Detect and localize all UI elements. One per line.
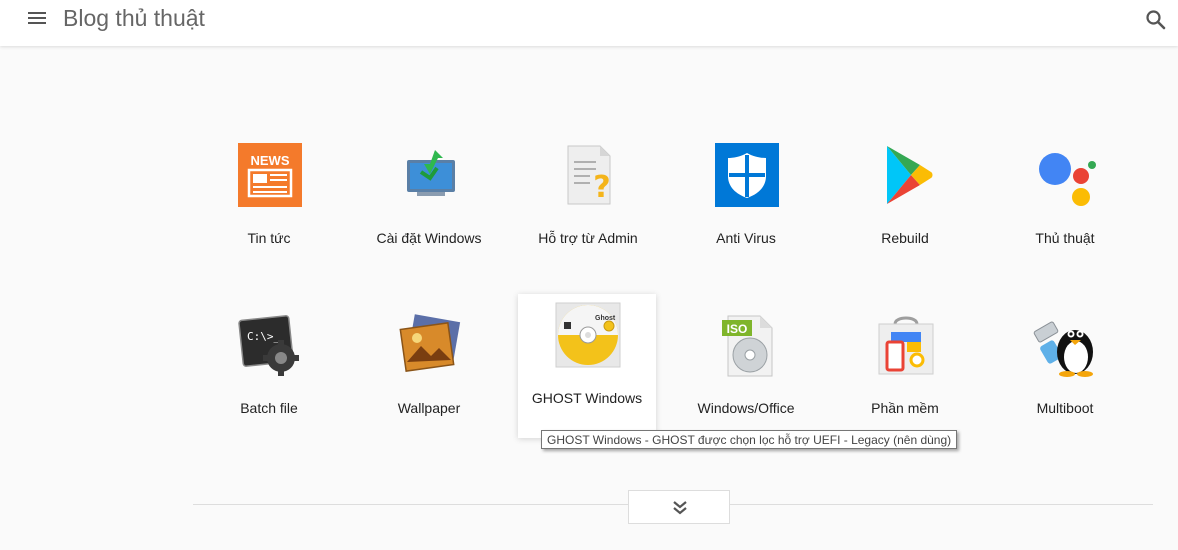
- svg-text:ISO: ISO: [727, 322, 748, 336]
- dots-assistant-icon: [1033, 142, 1099, 208]
- svg-text:C:\>_: C:\>_: [247, 330, 280, 343]
- tile-ho-tro-tu-admin[interactable]: ? Hỗ trợ từ Admin: [519, 134, 657, 278]
- tile-cai-dat-windows[interactable]: Cài đặt Windows: [360, 134, 498, 278]
- tile-windows-office[interactable]: ISO Windows/Office: [677, 304, 815, 448]
- store-bag-icon: [873, 312, 939, 378]
- terminal-gear-icon: C:\>_: [237, 312, 303, 378]
- tile-label: Wallpaper: [397, 400, 461, 416]
- tile-label: Batch file: [240, 400, 298, 416]
- tile-label: Anti Virus: [716, 230, 776, 246]
- double-chevron-down-icon: [673, 501, 687, 515]
- play-triangle-icon: [873, 142, 939, 208]
- tile-ghost-windows[interactable]: Ghost GHOST Windows: [518, 294, 656, 438]
- tile-anti-virus[interactable]: Anti Virus: [677, 134, 815, 278]
- svg-text:?: ?: [593, 170, 610, 205]
- menu-icon[interactable]: [24, 6, 52, 30]
- tile-tin-tuc[interactable]: NEWS Tin tức: [200, 134, 338, 278]
- tile-batch-file[interactable]: C:\>_ Batch file: [200, 304, 338, 448]
- tile-rebuild[interactable]: Rebuild: [836, 134, 974, 278]
- top-app-bar: Blog thủ thuật: [0, 0, 1178, 46]
- svg-text:Ghost: Ghost: [595, 315, 616, 322]
- iso-disc-icon: ISO: [714, 312, 780, 378]
- tile-label: Windows/Office: [697, 400, 795, 416]
- penguin-usb-icon: [1033, 312, 1099, 378]
- tile-wallpaper[interactable]: Wallpaper: [360, 304, 498, 448]
- tile-phan-mem[interactable]: Phần mềm: [836, 304, 974, 448]
- tile-label: Thủ thuật: [1035, 230, 1095, 246]
- tile-label: Multiboot: [1036, 400, 1094, 416]
- tile-label: Tin tức: [247, 230, 291, 246]
- tile-label: Phần mềm: [871, 400, 939, 416]
- search-icon[interactable]: [1144, 8, 1168, 32]
- tile-thu-thuat[interactable]: Thủ thuật: [996, 134, 1134, 278]
- tile-label: Rebuild: [881, 230, 929, 246]
- svg-text:NEWS: NEWS: [251, 153, 290, 168]
- news-icon: NEWS: [237, 142, 303, 208]
- shield-icon: [714, 142, 780, 208]
- tile-label: Cài đặt Windows: [376, 230, 482, 246]
- site-title[interactable]: Blog thủ thuật: [63, 5, 205, 32]
- load-more-button[interactable]: [628, 490, 730, 524]
- tile-multiboot[interactable]: Multiboot: [996, 304, 1134, 448]
- tile-label: Hỗ trợ từ Admin: [538, 230, 638, 246]
- ghost-cd-icon: Ghost: [555, 302, 621, 368]
- tile-label: GHOST Windows: [531, 390, 643, 406]
- tooltip: GHOST Windows - GHOST được chọn lọc hỗ t…: [541, 430, 958, 449]
- monitor-download-icon: [397, 142, 463, 208]
- document-question-icon: ?: [556, 142, 622, 208]
- image-icon: [397, 312, 463, 378]
